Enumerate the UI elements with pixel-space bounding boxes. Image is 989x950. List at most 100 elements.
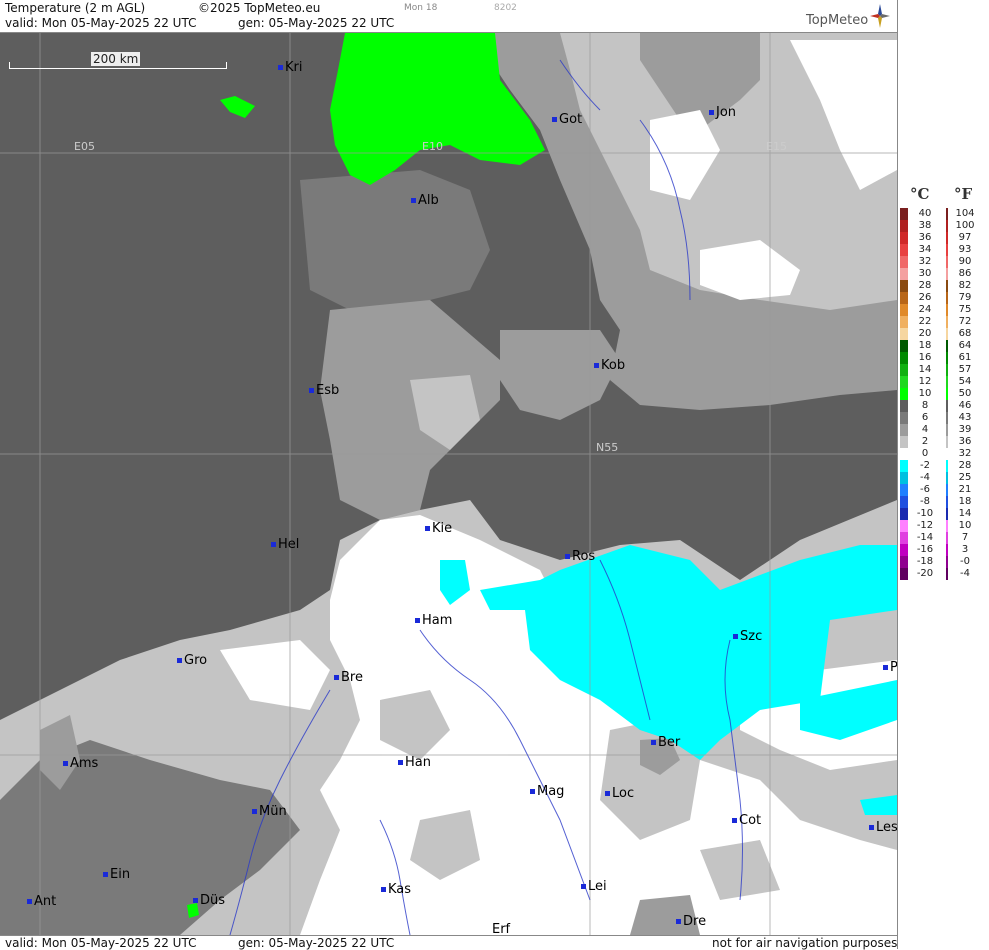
- city-marker[interactable]: Ber: [651, 735, 680, 750]
- legend-swatch-f: [946, 232, 948, 244]
- city-marker[interactable]: Ros: [565, 549, 595, 564]
- legend-celsius-value: -6: [920, 484, 930, 495]
- legend-swatch-f: [946, 508, 948, 520]
- city-marker[interactable]: Ham: [415, 613, 452, 628]
- legend-celsius-value: 6: [921, 412, 929, 423]
- legend-swatch-f: [946, 472, 948, 484]
- city-dot-icon: [581, 884, 586, 889]
- city-dot-icon: [883, 665, 888, 670]
- legend-swatch-f: [946, 268, 948, 280]
- legend-celsius-value: -10: [916, 508, 934, 519]
- legend-celsius-value: 8: [921, 400, 929, 411]
- legend-celsius-value: -8: [920, 496, 930, 507]
- legend-fahrenheit-value: 79: [958, 292, 972, 303]
- city-dot-icon: [271, 542, 276, 547]
- legend-swatch: [900, 400, 908, 412]
- city-marker[interactable]: Jon: [709, 105, 736, 120]
- city-marker[interactable]: Erf: [492, 922, 510, 935]
- city-marker[interactable]: Gro: [177, 653, 207, 668]
- city-dot-icon: [552, 117, 557, 122]
- grid-label-n55: N55: [596, 441, 619, 454]
- legend-swatch: [900, 436, 908, 448]
- legend-swatch-f: [946, 280, 948, 292]
- grid-label-e10: E10: [422, 140, 443, 153]
- legend-celsius-value: -4: [920, 472, 930, 483]
- city-marker[interactable]: P: [883, 660, 897, 675]
- legend-celsius-value: 34: [918, 244, 932, 255]
- legend-fahrenheit-value: 18: [958, 496, 972, 507]
- city-marker[interactable]: Düs: [193, 893, 225, 908]
- legend-swatch: [900, 292, 908, 304]
- legend-swatch: [900, 556, 908, 568]
- legend-celsius-value: 30: [918, 268, 932, 279]
- city-marker[interactable]: Ant: [27, 894, 56, 909]
- city-marker[interactable]: Kri: [278, 60, 302, 75]
- legend-celsius-value: 36: [918, 232, 932, 243]
- city-marker[interactable]: Bre: [334, 670, 363, 685]
- city-dot-icon: [415, 618, 420, 623]
- legend-celsius-value: -14: [916, 532, 934, 543]
- legend-swatch: [900, 256, 908, 268]
- legend-fahrenheit-value: 50: [958, 388, 972, 399]
- temperature-map[interactable]: 200 km E05 E10 E15 N55 Kri Got Jon Alb E…: [0, 33, 897, 935]
- legend-swatch-f: [946, 340, 948, 352]
- legend-swatch-f: [946, 448, 948, 460]
- footer-valid-time: valid: Mon 05-May-2025 22 UTC: [5, 936, 197, 950]
- fahrenheit-unit-label: °F: [954, 185, 973, 203]
- legend-celsius-value: 18: [918, 340, 932, 351]
- city-marker[interactable]: Alb: [411, 193, 439, 208]
- topmeteo-logo[interactable]: TopMeteo: [806, 13, 868, 28]
- legend-swatch: [900, 544, 908, 556]
- legend-fahrenheit-value: 3: [961, 544, 969, 555]
- city-marker[interactable]: Han: [398, 755, 431, 770]
- city-marker[interactable]: Kas: [381, 882, 411, 897]
- legend-swatch: [900, 232, 908, 244]
- city-marker[interactable]: Ein: [103, 867, 130, 882]
- legend-fahrenheit-value: 75: [958, 304, 972, 315]
- legend-swatch: [900, 568, 908, 580]
- legend-swatch: [900, 484, 908, 496]
- legend-swatch-f: [946, 388, 948, 400]
- city-marker[interactable]: Dre: [676, 914, 706, 929]
- city-dot-icon: [177, 658, 182, 663]
- legend-fahrenheit-value: 54: [958, 376, 972, 387]
- legend-fahrenheit-value: 21: [958, 484, 972, 495]
- city-marker[interactable]: Mag: [530, 784, 564, 799]
- legend-swatch: [900, 304, 908, 316]
- legend-celsius-value: 10: [918, 388, 932, 399]
- legend-swatch: [900, 220, 908, 232]
- legend-fahrenheit-value: 86: [958, 268, 972, 279]
- legend-swatch: [900, 268, 908, 280]
- city-dot-icon: [605, 791, 610, 796]
- copyright-text: ©2025 TopMeteo.eu: [198, 1, 321, 15]
- legend-celsius-value: 22: [918, 316, 932, 327]
- city-marker[interactable]: Hel: [271, 537, 299, 552]
- city-marker[interactable]: Kie: [425, 521, 452, 536]
- city-marker[interactable]: Cot: [732, 813, 761, 828]
- legend-celsius-value: -20: [916, 568, 934, 579]
- city-dot-icon: [411, 198, 416, 203]
- city-marker[interactable]: Loc: [605, 786, 634, 801]
- city-marker[interactable]: Lei: [581, 879, 607, 894]
- legend-swatch-f: [946, 328, 948, 340]
- city-dot-icon: [103, 872, 108, 877]
- legend-fahrenheit-value: 68: [958, 328, 972, 339]
- city-marker[interactable]: Szc: [733, 629, 762, 644]
- city-marker[interactable]: Ams: [63, 756, 98, 771]
- city-marker[interactable]: Esb: [309, 383, 339, 398]
- footer-bar: valid: Mon 05-May-2025 22 UTC gen: 05-Ma…: [0, 935, 897, 950]
- legend-swatch-f: [946, 364, 948, 376]
- legend-swatch-f: [946, 304, 948, 316]
- city-marker[interactable]: Got: [552, 112, 582, 127]
- legend-fahrenheit-value: -4: [960, 568, 970, 579]
- map-title: Temperature (2 m AGL): [5, 1, 146, 15]
- generated-time: gen: 05-May-2025 22 UTC: [238, 16, 395, 30]
- city-marker[interactable]: Les: [869, 820, 897, 835]
- legend-celsius-value: 26: [918, 292, 932, 303]
- legend-swatch: [900, 364, 908, 376]
- city-marker[interactable]: Kob: [594, 358, 625, 373]
- city-marker[interactable]: Mün: [252, 804, 287, 819]
- legend-celsius-value: 20: [918, 328, 932, 339]
- legend-swatch: [900, 208, 908, 220]
- legend-fahrenheit-value: 28: [958, 460, 972, 471]
